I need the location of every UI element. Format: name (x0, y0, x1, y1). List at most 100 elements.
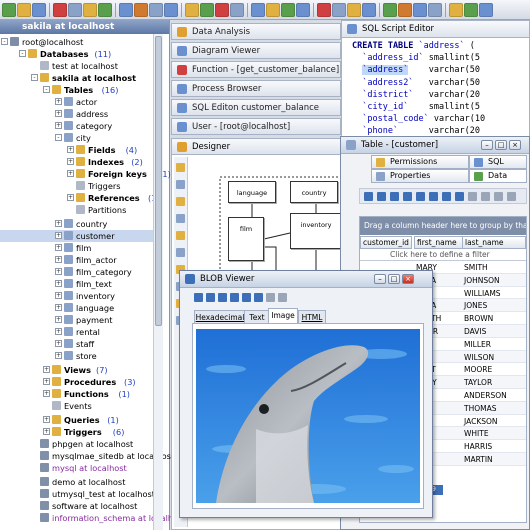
expand-toggle-icon[interactable]: + (55, 328, 62, 335)
blob-minimize-button[interactable]: – (374, 274, 386, 284)
tree-item[interactable]: + film_actor (0, 254, 153, 266)
expand-toggle-icon[interactable]: + (43, 416, 50, 423)
tree-item[interactable]: + category (0, 120, 153, 132)
blob-tab-image[interactable]: Image (268, 308, 298, 324)
tree-item[interactable]: + Queries (1) (0, 414, 153, 426)
toolbar-button[interactable] (479, 2, 493, 17)
tree-item[interactable]: mysqlmae_sitedb at localhost (0, 450, 174, 462)
nav-button[interactable] (468, 192, 477, 201)
toolbar-button[interactable] (185, 2, 199, 17)
toolbar-button[interactable] (83, 2, 97, 17)
blob-nav-button[interactable] (278, 293, 287, 302)
expand-toggle-icon[interactable]: + (55, 256, 62, 263)
expand-toggle-icon[interactable]: + (55, 340, 62, 347)
tab-data[interactable]: Data (469, 169, 527, 183)
expand-toggle-icon[interactable]: + (55, 316, 62, 323)
nav-button[interactable] (455, 192, 464, 201)
toolbar-button[interactable] (296, 2, 310, 17)
nav-button[interactable] (507, 192, 516, 201)
tree-item[interactable]: information_schema at localhost (0, 512, 186, 524)
blob-nav-button[interactable] (254, 293, 263, 302)
toolbar-button[interactable] (230, 2, 244, 17)
toolbar-button[interactable] (347, 2, 361, 17)
tree-item[interactable]: + staff (0, 338, 153, 350)
tree-item[interactable]: +References(1) (0, 192, 160, 204)
toolbar-button[interactable] (449, 2, 463, 17)
expand-toggle-icon[interactable]: - (19, 50, 26, 57)
expand-toggle-icon[interactable]: + (67, 146, 74, 153)
filter-row[interactable]: Click here to define a filter (360, 249, 526, 261)
blob-nav-button[interactable] (266, 293, 275, 302)
tree-item[interactable]: - Databases (11) (0, 48, 153, 60)
toolbar-button[interactable] (464, 2, 478, 17)
toolbar-button[interactable] (383, 2, 397, 17)
panel-tab[interactable]: Data Analysis (171, 23, 341, 40)
blob-nav-button[interactable] (206, 293, 215, 302)
expand-toggle-icon[interactable]: + (43, 428, 50, 435)
toolbar-button[interactable] (68, 2, 82, 17)
tree-item[interactable]: + Triggers (6) (0, 426, 153, 438)
toolbar-button[interactable] (2, 2, 16, 17)
nav-button[interactable] (481, 192, 490, 201)
blob-nav-button[interactable] (194, 293, 203, 302)
expand-toggle-icon[interactable]: - (31, 74, 38, 81)
tree-item[interactable]: - city (0, 132, 153, 144)
expand-toggle-icon[interactable]: + (55, 352, 62, 359)
tab-sql[interactable]: SQL (469, 155, 527, 169)
tab-properties[interactable]: Properties (371, 169, 469, 183)
maximize-button[interactable]: □ (495, 140, 507, 150)
toolbar-button[interactable] (428, 2, 442, 17)
expand-toggle-icon[interactable]: + (55, 244, 62, 251)
expand-toggle-icon[interactable]: + (55, 268, 62, 275)
tree-item[interactable]: + payment (0, 314, 153, 326)
toolbar-button[interactable] (164, 2, 178, 17)
blob-viewer-titlebar[interactable]: BLOB Viewer – □ × (180, 271, 432, 288)
expand-toggle-icon[interactable]: + (55, 304, 62, 311)
tree-item[interactable]: Partitions (0, 204, 153, 216)
designer-tool-icon[interactable] (176, 214, 185, 223)
designer-table-box[interactable]: country (290, 181, 338, 203)
toolbar-button[interactable] (215, 2, 229, 17)
expand-toggle-icon[interactable]: - (43, 86, 50, 93)
column-header[interactable]: first_name (414, 236, 466, 249)
tree-item[interactable]: + film (0, 242, 153, 254)
expand-toggle-icon[interactable]: - (55, 134, 62, 141)
toolbar-button[interactable] (362, 2, 376, 17)
expand-toggle-icon[interactable]: + (55, 232, 62, 239)
toolbar-button[interactable] (413, 2, 427, 17)
tree-item[interactable]: + language (0, 302, 153, 314)
tree-item[interactable]: + country (0, 218, 153, 230)
tree-item[interactable]: + Functions (1) (0, 388, 153, 400)
designer-tool-icon[interactable] (176, 231, 185, 240)
nav-button[interactable] (429, 192, 438, 201)
panel-tab[interactable]: Process Browser (171, 80, 341, 97)
nav-button[interactable] (403, 192, 412, 201)
expand-toggle-icon[interactable]: + (67, 194, 74, 201)
toolbar-button[interactable] (317, 2, 331, 17)
tree-item[interactable]: + address (0, 108, 153, 120)
tree-item[interactable]: + Fields (4) (0, 144, 153, 156)
column-header[interactable]: customer_id (360, 236, 412, 249)
nav-button[interactable] (377, 192, 386, 201)
tree-item[interactable]: + Foreign keys (1) (0, 168, 171, 180)
nav-button[interactable] (364, 192, 373, 201)
tree-item[interactable]: + inventory (0, 290, 153, 302)
expand-toggle-icon[interactable]: + (67, 170, 74, 177)
designer-table-box[interactable]: language (228, 181, 276, 203)
expand-toggle-icon[interactable]: + (43, 366, 50, 373)
minimize-button[interactable]: – (481, 140, 493, 150)
designer-tool-icon[interactable] (176, 180, 185, 189)
designer-table-box[interactable]: inventory (290, 213, 342, 249)
tab-permissions[interactable]: Permissions (371, 155, 469, 169)
expand-toggle-icon[interactable]: + (55, 280, 62, 287)
tree-item[interactable]: + Indexes (2) (0, 156, 153, 168)
blob-tab-hexadecimal[interactable]: Hexadecimal (194, 310, 246, 323)
toolbar-button[interactable] (332, 2, 346, 17)
expand-toggle-icon[interactable]: + (55, 98, 62, 105)
blob-nav-button[interactable] (218, 293, 227, 302)
expand-toggle-icon[interactable]: + (43, 390, 50, 397)
scrollbar-thumb[interactable] (155, 36, 162, 326)
nav-button[interactable] (390, 192, 399, 201)
blob-tab-html[interactable]: HTML (298, 310, 326, 323)
toolbar-button[interactable] (266, 2, 280, 17)
